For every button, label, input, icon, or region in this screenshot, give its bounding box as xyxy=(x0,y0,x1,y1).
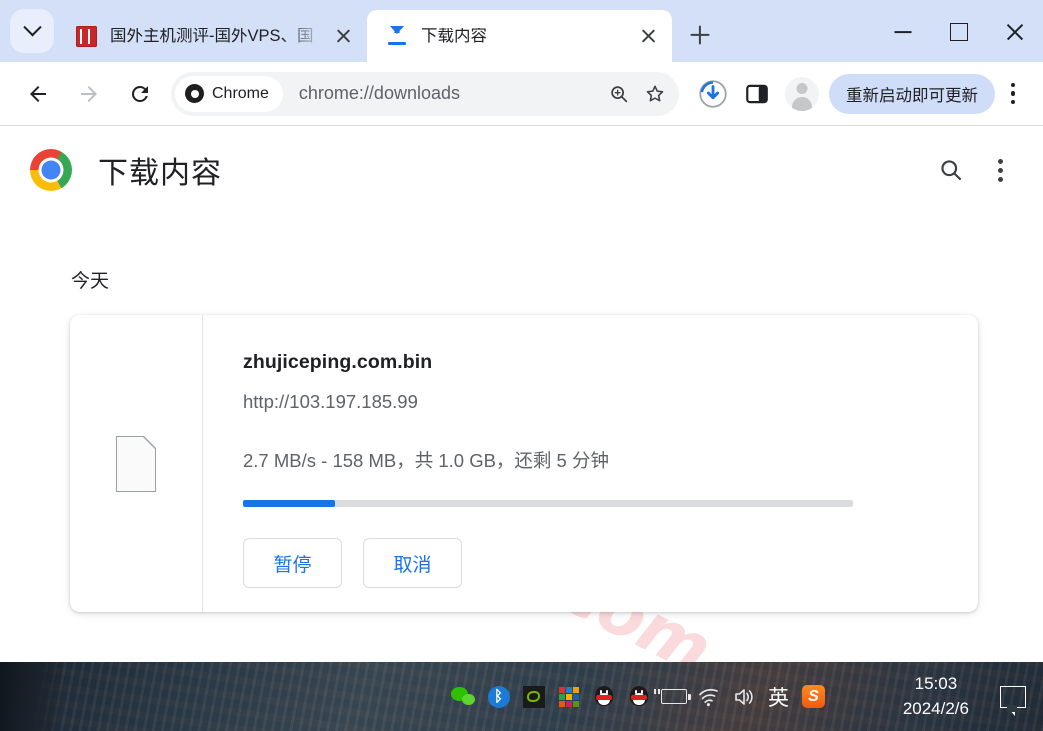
address-bar[interactable]: Chrome chrome://downloads xyxy=(171,71,679,116)
nvidia-icon[interactable] xyxy=(516,662,551,731)
chevron-down-icon xyxy=(22,17,42,36)
forward-icon[interactable] xyxy=(69,74,109,114)
download-icon xyxy=(387,26,407,46)
chrome-chip[interactable]: Chrome xyxy=(175,75,283,112)
new-tab-button[interactable] xyxy=(680,15,720,55)
bluetooth-glyph: ᛒ xyxy=(487,685,510,708)
clock-date: 2024/2/6 xyxy=(902,698,969,718)
chrome-chip-label: Chrome xyxy=(212,84,269,102)
minimize-button[interactable] xyxy=(875,12,931,52)
url-text[interactable]: chrome://downloads xyxy=(299,83,601,104)
color-grid-icon[interactable] xyxy=(551,662,586,731)
browser-window: 国外主机测评-国外VPS、国 下载内容 Chrome chrome://down… xyxy=(0,0,1043,662)
volume-icon[interactable] xyxy=(726,662,761,731)
qq-icon-1[interactable] xyxy=(586,662,621,731)
downloads-page: zhujiceping.com 下载内容 今天 zhujiceping.com.… xyxy=(0,126,1043,662)
tab-close-button[interactable] xyxy=(329,21,359,51)
three-dot-menu-icon[interactable] xyxy=(998,158,1003,182)
download-icon-cell xyxy=(70,315,203,612)
sogou-icon[interactable]: S xyxy=(796,662,831,731)
tab-title: 国外主机测评-国外VPS、国 xyxy=(110,27,314,45)
download-item-card[interactable]: zhujiceping.com.bin http://103.197.185.9… xyxy=(70,315,978,612)
qq-icon-2[interactable] xyxy=(621,662,656,731)
ime-label: 英 xyxy=(768,685,789,710)
battery-icon[interactable] xyxy=(653,662,691,731)
download-progress-fill xyxy=(243,500,335,507)
cancel-button[interactable]: 取消 xyxy=(363,538,462,588)
downloads-tray-icon[interactable] xyxy=(693,74,733,114)
sogou-glyph: S xyxy=(802,685,825,708)
tab-close-button[interactable] xyxy=(634,21,664,51)
chrome-icon xyxy=(185,84,204,103)
update-button[interactable]: 重新启动即可更新 xyxy=(829,73,995,114)
three-dot-menu-icon[interactable] xyxy=(997,74,1029,114)
pause-button[interactable]: 暂停 xyxy=(243,538,342,588)
profile-avatar[interactable] xyxy=(785,76,819,111)
site-favicon xyxy=(76,25,97,47)
tab-downloads[interactable]: 下载内容 xyxy=(367,10,672,62)
download-source-url[interactable]: http://103.197.185.99 xyxy=(243,391,978,413)
download-actions: 暂停 取消 xyxy=(243,538,978,588)
wechat-icon[interactable] xyxy=(446,662,481,731)
generic-file-icon xyxy=(116,435,156,492)
download-status-text: 2.7 MB/s - 158 MB，共 1.0 GB，还剩 5 分钟 xyxy=(243,450,609,471)
wifi-icon[interactable] xyxy=(691,662,726,731)
tab-title: 下载内容 xyxy=(421,27,487,45)
download-details: zhujiceping.com.bin http://103.197.185.9… xyxy=(203,315,978,612)
zoom-in-icon[interactable] xyxy=(601,76,637,112)
close-window-button[interactable] xyxy=(987,12,1043,52)
tab-strip: 国外主机测评-国外VPS、国 下载内容 xyxy=(0,0,1043,62)
maximize-button[interactable] xyxy=(931,12,987,52)
tab-site[interactable]: 国外主机测评-国外VPS、国 xyxy=(62,10,367,62)
notification-center-icon[interactable] xyxy=(1000,685,1026,716)
header-actions xyxy=(934,153,1021,187)
page-title: 下载内容 xyxy=(98,157,222,190)
search-icon[interactable] xyxy=(934,153,968,187)
bluetooth-icon[interactable]: ᛒ xyxy=(481,662,516,731)
taskbar-clock[interactable]: 15:03 2024/2/6 xyxy=(903,662,969,731)
back-icon[interactable] xyxy=(18,74,58,114)
tab-search-button[interactable] xyxy=(10,9,54,53)
ime-indicator[interactable]: 英 xyxy=(761,662,796,731)
chrome-logo xyxy=(30,149,72,191)
reload-icon[interactable] xyxy=(120,74,160,114)
page-header: 下载内容 xyxy=(0,126,1043,192)
download-filename[interactable]: zhujiceping.com.bin xyxy=(243,351,978,374)
clock-time: 15:03 xyxy=(914,673,958,693)
window-controls xyxy=(875,12,1043,62)
system-tray: ᛒ 英 S xyxy=(446,662,831,731)
windows-taskbar: ᛒ 英 S 15:03 2024/2/6 xyxy=(0,662,1043,731)
day-group-label: 今天 xyxy=(71,271,110,292)
browser-toolbar: Chrome chrome://downloads 重新启动即可更新 xyxy=(0,62,1043,126)
side-panel-icon[interactable] xyxy=(737,74,777,114)
download-progress-bar xyxy=(243,500,853,507)
star-icon[interactable] xyxy=(637,76,673,112)
